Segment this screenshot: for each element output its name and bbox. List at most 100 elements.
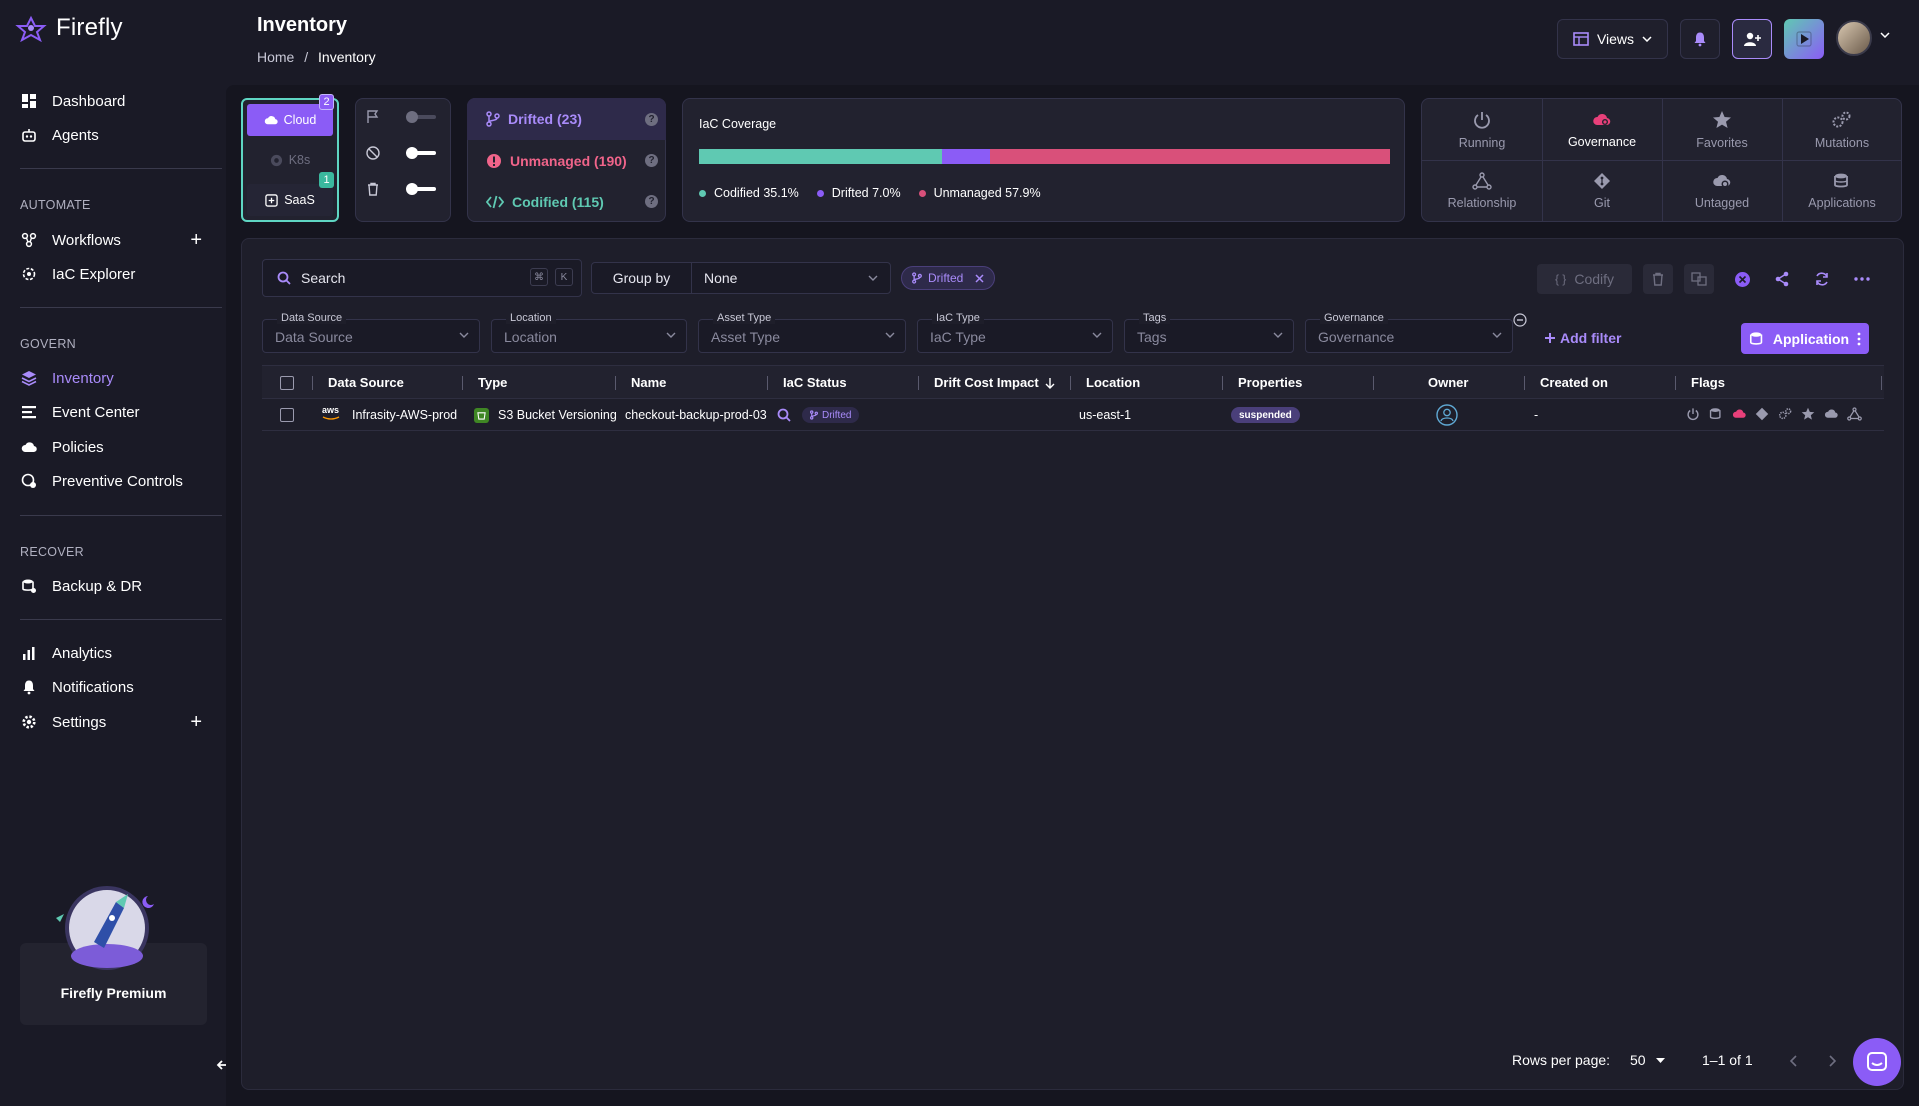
column-header-flags[interactable]: Flags <box>1691 375 1725 390</box>
codify-button[interactable]: { } Codify <box>1537 264 1632 294</box>
sidebar-item-preventive-controls[interactable]: Preventive Controls <box>20 469 206 493</box>
chat-support-button[interactable] <box>1853 1038 1901 1086</box>
sidebar-item-settings[interactable]: Settings + <box>20 710 206 734</box>
share-button[interactable] <box>1767 264 1797 294</box>
flag-toggle-row[interactable] <box>366 110 436 124</box>
sidebar-item-event-center[interactable]: Event Center <box>20 400 206 424</box>
table-row[interactable]: aws Infrasity-AWS-prod S3 Bucket Version… <box>262 399 1884 431</box>
sidebar-item-inventory[interactable]: Inventory <box>20 366 206 390</box>
plus-icon <box>1545 333 1555 343</box>
remove-filter-icon[interactable] <box>1513 313 1527 327</box>
clear-filters-button[interactable] <box>1727 264 1757 294</box>
previous-page-icon[interactable] <box>1789 1055 1797 1067</box>
search-icon[interactable] <box>777 408 791 422</box>
sidebar-item-analytics[interactable]: Analytics <box>20 641 206 665</box>
column-header-iac-status[interactable]: IaC Status <box>783 375 847 390</box>
invite-user-button[interactable] <box>1732 19 1772 59</box>
flag-toggle[interactable] <box>406 111 436 123</box>
column-header-drift-cost-impact[interactable]: Drift Cost Impact <box>934 375 1039 390</box>
group-by-select[interactable]: Group by None <box>591 262 891 294</box>
add-setting-icon[interactable]: + <box>190 712 202 732</box>
filter-asset-type[interactable]: Asset Type Asset Type <box>698 312 906 353</box>
filter-iac-type[interactable]: IaC Type IaC Type <box>917 312 1113 353</box>
column-header-type[interactable]: Type <box>478 375 507 390</box>
delete-button[interactable] <box>1643 264 1673 294</box>
next-page-icon[interactable] <box>1829 1055 1837 1067</box>
pagination-range: 1–1 of 1 <box>1702 1052 1753 1068</box>
quick-filter-applications[interactable]: Applications <box>1782 160 1902 222</box>
column-header-location[interactable]: Location <box>1086 375 1140 390</box>
no-dollar-icon <box>366 146 380 160</box>
active-filter-chip[interactable]: Drifted <box>901 266 996 290</box>
user-avatar[interactable] <box>1836 20 1872 56</box>
branch-icon <box>912 272 922 284</box>
no-cost-toggle-row[interactable] <box>366 146 436 160</box>
filter-tags[interactable]: Tags Tags <box>1124 312 1294 353</box>
status-drifted[interactable]: Drifted (23) <box>486 111 582 127</box>
owner-avatar-icon[interactable] <box>1436 404 1458 426</box>
help-icon[interactable]: ? <box>645 195 658 208</box>
cell-name[interactable]: checkout-backup-prod-03 <box>625 408 767 422</box>
more-vertical-icon[interactable] <box>1857 332 1861 346</box>
firefly-logo[interactable]: Firefly <box>14 14 123 42</box>
breadcrumb-home[interactable]: Home <box>257 49 294 65</box>
deleted-toggle-row[interactable] <box>366 182 436 196</box>
deleted-toggle[interactable] <box>406 183 436 195</box>
compare-button[interactable] <box>1684 264 1714 294</box>
chevron-down-icon[interactable] <box>1880 32 1890 38</box>
column-header-data-source[interactable]: Data Source <box>328 375 404 390</box>
sidebar-item-notifications[interactable]: Notifications <box>20 675 206 699</box>
properties-badge: suspended <box>1231 407 1300 423</box>
refresh-button[interactable] <box>1807 264 1837 294</box>
views-button[interactable]: Views <box>1557 19 1668 59</box>
sidebar-item-backup-dr[interactable]: Backup & DR <box>20 574 206 598</box>
notifications-button[interactable] <box>1680 19 1720 59</box>
add-workflow-icon[interactable]: + <box>190 230 202 250</box>
group-by-label: Group by <box>592 263 692 293</box>
status-codified[interactable]: Codified (115) <box>486 194 604 210</box>
application-button[interactable]: Application <box>1741 323 1869 354</box>
quick-filter-governance[interactable]: Governance <box>1542 99 1662 161</box>
code-icon <box>486 195 504 209</box>
sidebar-item-agents[interactable]: Agents <box>20 123 206 147</box>
sidebar-item-iac-explorer[interactable]: IaC Explorer <box>20 262 206 286</box>
quick-filter-running[interactable]: Running <box>1422 99 1542 161</box>
sidebar-item-dashboard[interactable]: Dashboard <box>20 89 206 113</box>
help-icon[interactable]: ? <box>645 154 658 167</box>
quick-filter-untagged[interactable]: Untagged <box>1662 160 1782 222</box>
sort-down-icon[interactable] <box>1045 377 1055 389</box>
chevron-down-icon <box>666 332 676 338</box>
help-icon[interactable]: ? <box>645 113 658 126</box>
applications-icon <box>1749 331 1763 345</box>
quick-filter-git[interactable]: Git <box>1542 160 1662 222</box>
quick-filter-favorites[interactable]: Favorites <box>1662 99 1782 161</box>
cost-toggle[interactable] <box>406 147 436 159</box>
quick-filter-relationship[interactable]: Relationship <box>1422 160 1542 222</box>
filter-governance[interactable]: Governance Governance <box>1305 312 1513 353</box>
select-all-checkbox[interactable] <box>280 376 294 390</box>
chevron-down-icon <box>1273 332 1283 338</box>
search-icon <box>277 271 291 285</box>
iac-coverage-bar[interactable] <box>699 149 1390 164</box>
data-source-saas[interactable]: SaaS <box>247 184 333 216</box>
close-icon[interactable] <box>975 273 984 283</box>
more-options-button[interactable] <box>1847 264 1877 294</box>
column-header-created-on[interactable]: Created on <box>1540 375 1608 390</box>
power-icon <box>1687 408 1699 421</box>
play-button[interactable] <box>1784 19 1824 59</box>
kbd-cmd: ⌘ <box>530 268 548 286</box>
status-unmanaged[interactable]: Unmanaged (190) <box>486 153 627 169</box>
sidebar-item-workflows[interactable]: Workflows + <box>20 228 206 252</box>
legend-unmanaged: Unmanaged 57.9% <box>918 186 1041 200</box>
filter-data-source[interactable]: Data Source Data Source <box>262 312 480 353</box>
column-header-properties[interactable]: Properties <box>1238 375 1302 390</box>
rows-per-page-select[interactable]: 50 <box>1630 1052 1665 1068</box>
column-header-owner[interactable]: Owner <box>1428 375 1468 390</box>
filter-location[interactable]: Location Location <box>491 312 687 353</box>
gears-icon <box>1832 111 1851 128</box>
add-filter-button[interactable]: Add filter <box>1544 330 1621 346</box>
sidebar-item-policies[interactable]: Policies <box>20 435 206 459</box>
column-header-name[interactable]: Name <box>631 375 666 390</box>
row-checkbox[interactable] <box>280 408 294 422</box>
quick-filter-mutations[interactable]: Mutations <box>1782 99 1902 161</box>
